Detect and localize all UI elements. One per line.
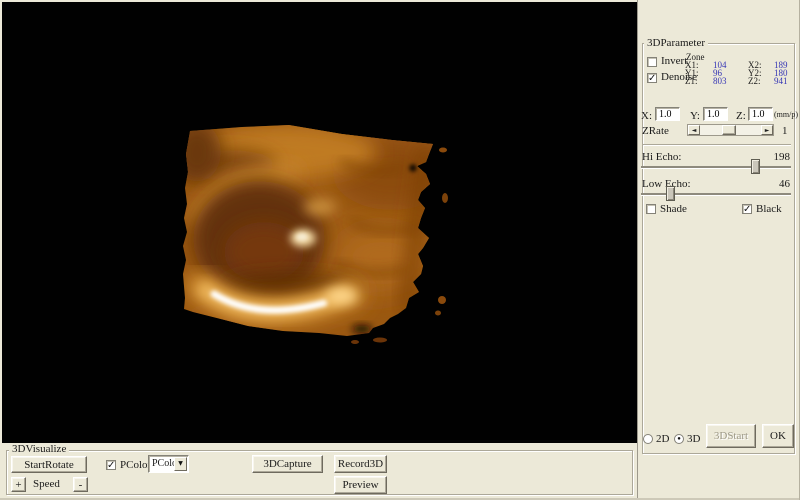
zrate-scrollbar-thumb[interactable] [722,125,736,135]
visualize-groupbox-title: 3DVisualize [9,443,69,455]
record-3d-button[interactable]: Record3D [334,455,387,473]
denoise-checkbox[interactable]: ✓ [647,73,657,83]
black-label: Black [756,203,782,215]
zrate-label: ZRate [642,125,669,137]
mode-2d-radio[interactable] [643,434,653,444]
separator [643,144,791,146]
parameter-groupbox [642,43,795,454]
render-viewport[interactable] [2,2,637,443]
parameter-groupbox-title: 3DParameter [644,37,708,49]
low-echo-value: 46 [756,178,790,190]
scale-y-label: Y: [690,110,700,122]
hi-echo-slider-thumb[interactable] [751,159,760,174]
scale-z-label: Z: [736,110,746,122]
zone-z2-label: Z2: [748,77,774,85]
app-window: 3DVisualize StartRotate + Speed - ✓ PCol… [0,0,800,500]
mode-3d-label: 3D [687,433,700,445]
speed-label: Speed [33,478,60,490]
mode-3d-radio[interactable]: ● [674,434,684,444]
pcolor-checkbox-label: PColor [120,459,151,471]
hi-echo-slider-track[interactable] [641,166,791,168]
scale-z-input[interactable] [748,107,773,121]
hi-echo-value: 198 [756,151,790,163]
invert-label: Invert [661,55,687,67]
zone-values: X1: 104 X2: 189 Y1: 96 Y2: 180 Z1: 803 Z… [685,61,800,85]
start-rotate-button[interactable]: StartRotate [11,456,87,473]
pcolor-checkbox[interactable]: ✓ [106,460,116,470]
speed-minus-button[interactable]: - [73,477,88,492]
shade-checkbox[interactable] [646,204,656,214]
black-checkbox[interactable]: ✓ [742,204,752,214]
scale-unit-label: (mm/p) [774,110,798,119]
zrate-left-arrow-icon[interactable]: ◄ [688,125,700,135]
zone-z1-label: Z1: [685,77,713,85]
scale-x-label: X: [641,110,652,122]
preview-button[interactable]: Preview [334,476,387,494]
shade-label: Shade [660,203,687,215]
hi-echo-label: Hi Echo: [642,151,681,163]
start-3d-button[interactable]: 3DStart [706,424,756,448]
ultrasound-render[interactable] [2,2,637,443]
ok-button[interactable]: OK [762,424,794,448]
capture-3d-button[interactable]: 3DCapture [252,455,323,473]
low-echo-slider-thumb[interactable] [666,186,675,201]
zone-z1-value: 803 [713,77,748,85]
pcolor-dropdown[interactable]: PColor ▼ [148,455,189,473]
low-echo-slider-track[interactable] [641,193,791,195]
speed-plus-button[interactable]: + [11,477,26,492]
zrate-scrollbar[interactable]: ◄ ► [687,124,774,136]
parameter-panel: 3DParameter Invert ✓ Denoise Zone X1: 10… [637,0,800,500]
dropdown-arrow-icon[interactable]: ▼ [174,457,187,471]
invert-checkbox[interactable] [647,57,657,67]
zrate-value: 1 [782,125,788,137]
zrate-right-arrow-icon[interactable]: ► [761,125,773,135]
scale-y-input[interactable] [703,107,728,121]
zone-z2-value: 941 [774,77,800,85]
scale-x-input[interactable] [655,107,680,121]
mode-2d-label: 2D [656,433,669,445]
